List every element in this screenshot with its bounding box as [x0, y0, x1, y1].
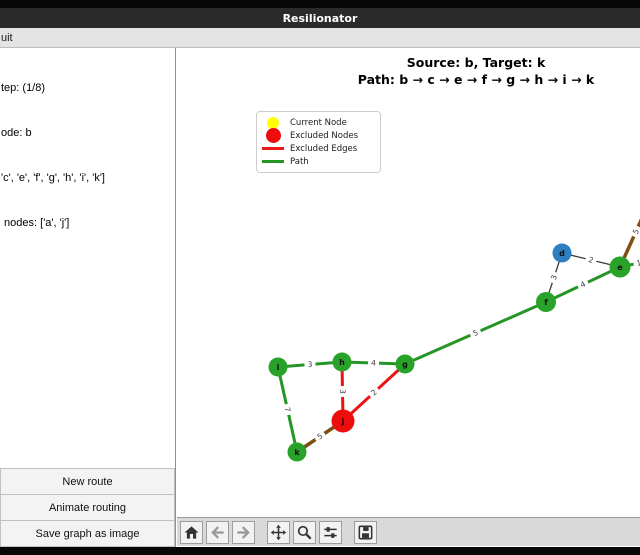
screen-top-strip: [0, 0, 640, 8]
forward-button[interactable]: [232, 521, 255, 544]
plot-canvas[interactable]: Source: b, Target: k Path: b → c → e → f…: [177, 48, 640, 555]
menu-bar: uit: [0, 28, 640, 48]
route-info-text: tep: (1/8) ode: b 'c', 'e', 'f', 'g', 'h…: [0, 51, 173, 261]
back-arrow-icon: [209, 524, 226, 541]
magnifier-icon: [296, 524, 313, 541]
sidebar-button-group: New route Animate routing Save graph as …: [0, 468, 175, 547]
edge-weight-label: 3: [307, 360, 313, 369]
edge-weight-label: 1: [636, 258, 640, 268]
edge-weight-label: 4: [371, 358, 376, 367]
zoom-button[interactable]: [293, 521, 316, 544]
info-line-node: ode: b: [1, 126, 173, 141]
node-label-j: j: [341, 417, 345, 426]
app-window: Resilionator uit tep: (1/8) ode: b 'c', …: [0, 0, 640, 555]
menu-item-quit[interactable]: uit: [0, 32, 13, 44]
window-titlebar: Resilionator: [0, 8, 640, 28]
forward-arrow-icon: [235, 524, 252, 541]
window-title: Resilionator: [283, 12, 358, 25]
configure-subplots-button[interactable]: [319, 521, 342, 544]
pan-button[interactable]: [267, 521, 290, 544]
node-label-e: e: [617, 263, 623, 272]
sliders-icon: [322, 524, 339, 541]
pan-move-icon: [270, 524, 287, 541]
save-figure-button[interactable]: [354, 521, 377, 544]
sidebar-panel: tep: (1/8) ode: b 'c', 'e', 'f', 'g', 'h…: [0, 48, 176, 555]
node-label-g: g: [402, 360, 408, 369]
node-label-h: h: [339, 358, 345, 367]
home-icon: [183, 524, 200, 541]
info-line-excluded-nodes: nodes: ['a', 'j']: [1, 216, 173, 231]
back-button[interactable]: [206, 521, 229, 544]
node-label-k: k: [294, 448, 300, 457]
node-label-f: f: [544, 298, 548, 307]
node-label-i: i: [277, 363, 280, 372]
screen-bottom-strip: [0, 547, 640, 555]
info-line-step: tep: (1/8): [1, 81, 173, 96]
floppy-save-icon: [357, 524, 374, 541]
network-graph: 235534541732ihgkjfde: [177, 48, 640, 555]
node-label-d: d: [559, 249, 565, 258]
info-line-path-list: 'c', 'e', 'f', 'g', 'h', 'i', 'k']: [1, 171, 173, 186]
animate-routing-button[interactable]: Animate routing: [0, 494, 175, 520]
new-route-button[interactable]: New route: [0, 468, 175, 494]
home-button[interactable]: [180, 521, 203, 544]
save-graph-image-button[interactable]: Save graph as image: [0, 520, 175, 547]
edge-weight-label: 3: [338, 389, 347, 394]
matplotlib-toolbar: [177, 517, 640, 546]
